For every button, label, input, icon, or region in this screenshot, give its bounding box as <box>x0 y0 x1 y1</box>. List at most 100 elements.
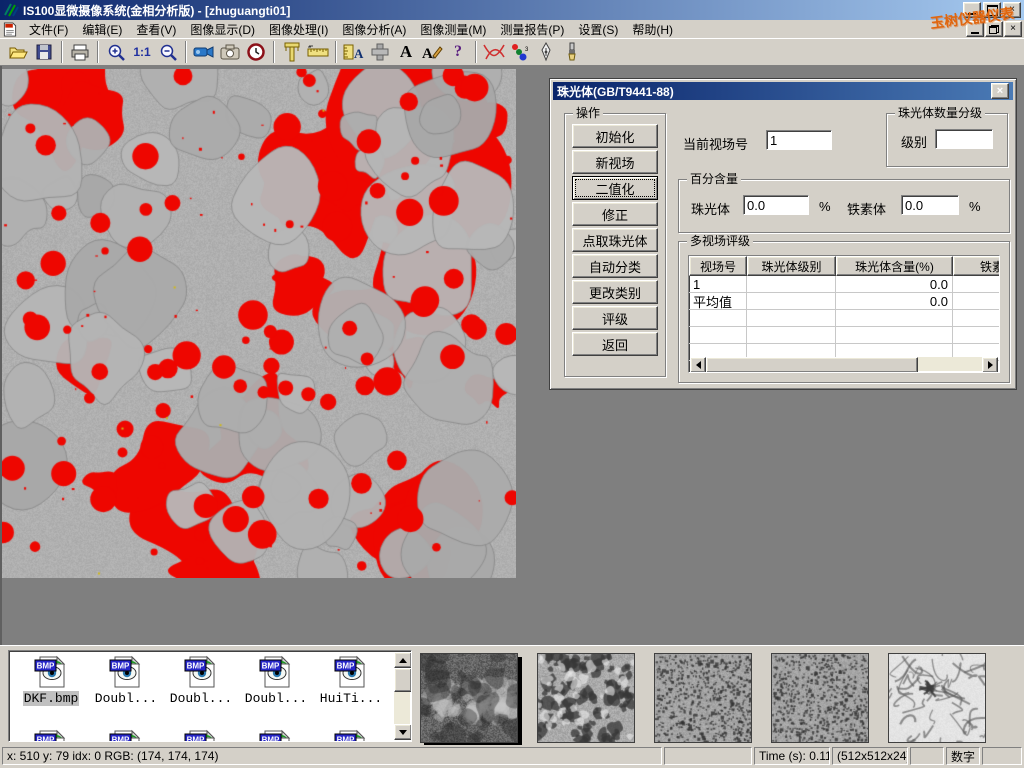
caliper-measure-button[interactable] <box>279 40 305 64</box>
file-item[interactable] <box>315 729 387 742</box>
file-item[interactable] <box>240 729 312 742</box>
thumbnail-image[interactable] <box>771 653 869 743</box>
text-tool-button[interactable]: A <box>393 40 419 64</box>
photo-capture-button[interactable] <box>217 40 243 64</box>
file-item[interactable] <box>90 729 162 742</box>
timer-button[interactable] <box>243 40 269 64</box>
table-row[interactable] <box>689 327 1000 344</box>
video-capture-button[interactable] <box>191 40 217 64</box>
menu-image-analysis[interactable]: 图像分析(A) <box>335 20 413 39</box>
correct-button[interactable]: 修正 <box>572 202 658 226</box>
maximize-button[interactable] <box>983 2 1001 18</box>
ferrite-input[interactable] <box>901 195 959 215</box>
file-item[interactable] <box>165 729 237 742</box>
menu-edit[interactable]: 编辑(E) <box>75 20 129 39</box>
cell-pearlite-content: 0.0 <box>836 276 953 293</box>
mdi-minimize-button[interactable] <box>966 21 984 37</box>
thumbnail-image[interactable] <box>654 653 752 743</box>
cell-ferrite <box>953 293 1000 310</box>
table-row[interactable]: 1 0.0 <box>689 276 1000 293</box>
file-item[interactable]: HuiTi... <box>315 655 387 707</box>
menu-measure-report[interactable]: 测量报告(P) <box>493 20 571 39</box>
menu-file[interactable]: 文件(F) <box>22 20 75 39</box>
dialog-title-bar[interactable]: 珠光体(GB/T9441-88) × <box>553 82 1013 100</box>
menu-settings[interactable]: 设置(S) <box>571 20 625 39</box>
mdi-restore-button[interactable] <box>985 21 1003 37</box>
actual-size-button[interactable]: 1:1 <box>129 40 155 64</box>
pick-pearlite-button[interactable]: 点取珠光体 <box>572 228 658 252</box>
rate-button[interactable]: 评级 <box>572 306 658 330</box>
bmp-file-icon <box>109 655 143 689</box>
col-view-number[interactable]: 视场号 <box>689 256 747 276</box>
minimize-button[interactable] <box>963 2 981 18</box>
metallograph-image[interactable] <box>2 69 516 578</box>
pearlite-input[interactable] <box>743 195 809 215</box>
table-row[interactable] <box>689 310 1000 327</box>
scroll-up-button[interactable] <box>394 652 412 668</box>
scroll-down-icon <box>399 730 407 735</box>
ruler-icon <box>307 45 329 59</box>
pen-tool-button[interactable] <box>533 40 559 64</box>
bmp-file-icon <box>259 729 293 742</box>
init-button[interactable]: 初始化 <box>572 124 658 148</box>
scrollbar-thumb[interactable] <box>706 357 918 373</box>
menu-image-measure[interactable]: 图像测量(M) <box>413 20 493 39</box>
cell-pearlite-grade <box>747 293 836 310</box>
brush-tool-button[interactable] <box>559 40 585 64</box>
open-button[interactable] <box>5 40 31 64</box>
print-button[interactable] <box>67 40 93 64</box>
col-pearlite-grade[interactable]: 珠光体级别 <box>747 256 836 276</box>
zoom-out-button[interactable] <box>155 40 181 64</box>
col-ferrite[interactable]: 铁素体 <box>953 256 1000 276</box>
ferrite-label: 铁素体 <box>847 199 886 218</box>
file-item[interactable]: Doubl... <box>240 655 312 707</box>
file-item[interactable]: DKF.bmp <box>15 655 87 707</box>
close-button[interactable]: × <box>1003 2 1021 18</box>
file-list-panel: DKF.bmp Doubl... Doubl... Doubl... HuiTi… <box>8 650 412 742</box>
new-field-button[interactable]: 新视场 <box>572 150 658 174</box>
file-item[interactable] <box>15 729 87 742</box>
menu-help[interactable]: 帮助(H) <box>625 20 680 39</box>
zoom-in-button[interactable] <box>103 40 129 64</box>
table-horizontal-scrollbar[interactable] <box>690 357 998 371</box>
current-view-input[interactable] <box>766 130 832 150</box>
grade-label: 级别 <box>901 132 927 151</box>
auto-classify-button[interactable]: 自动分类 <box>572 254 658 278</box>
thumbnail-image[interactable] <box>420 653 518 743</box>
pearlite-dialog: 珠光体(GB/T9441-88) × 操作 初始化 新视场 二值化 修正 点取珠… <box>549 78 1017 390</box>
change-class-button[interactable]: 更改类别 <box>572 280 658 304</box>
pen-nib-icon <box>539 42 553 62</box>
mdi-close-button[interactable]: × <box>1004 21 1022 37</box>
thumbnail-image[interactable] <box>537 653 635 743</box>
table-row[interactable]: 平均值 0.0 <box>689 293 1000 310</box>
curve-tool-button[interactable] <box>481 40 507 64</box>
file-item[interactable]: Doubl... <box>165 655 237 707</box>
scroll-down-button[interactable] <box>394 724 412 740</box>
col-pearlite-content[interactable]: 珠光体含量(%) <box>836 256 953 276</box>
file-name: Doubl... <box>94 691 158 706</box>
menu-view[interactable]: 查看(V) <box>129 20 183 39</box>
menu-image-display[interactable]: 图像显示(D) <box>183 20 262 39</box>
grade-input[interactable] <box>935 129 993 149</box>
status-bar: x: 510 y: 79 idx: 0 RGB: (174, 174, 174)… <box>0 745 1024 768</box>
grid-tool-button[interactable] <box>367 40 393 64</box>
file-list-scrollbar[interactable] <box>394 652 410 740</box>
measure-text-button[interactable]: A <box>341 40 367 64</box>
dialog-close-button[interactable]: × <box>991 83 1009 99</box>
toolbar-separator <box>335 41 337 63</box>
annotate-tool-button[interactable]: A <box>419 40 445 64</box>
scrollbar-thumb[interactable] <box>394 668 412 692</box>
classify-tool-button[interactable]: 3 <box>507 40 533 64</box>
ruler-measure-button[interactable] <box>305 40 331 64</box>
thumbnail-image[interactable] <box>888 653 986 743</box>
binarize-button[interactable]: 二值化 <box>572 176 658 200</box>
save-button[interactable] <box>31 40 57 64</box>
menu-image-processing[interactable]: 图像处理(I) <box>262 20 335 39</box>
scroll-right-button[interactable] <box>982 357 998 373</box>
file-item[interactable]: Doubl... <box>90 655 162 707</box>
return-button[interactable]: 返回 <box>572 332 658 356</box>
scroll-left-button[interactable] <box>690 357 706 373</box>
help-button[interactable]: ? <box>445 40 471 64</box>
document-icon[interactable] <box>2 22 18 37</box>
bmp-file-icon <box>334 729 368 742</box>
